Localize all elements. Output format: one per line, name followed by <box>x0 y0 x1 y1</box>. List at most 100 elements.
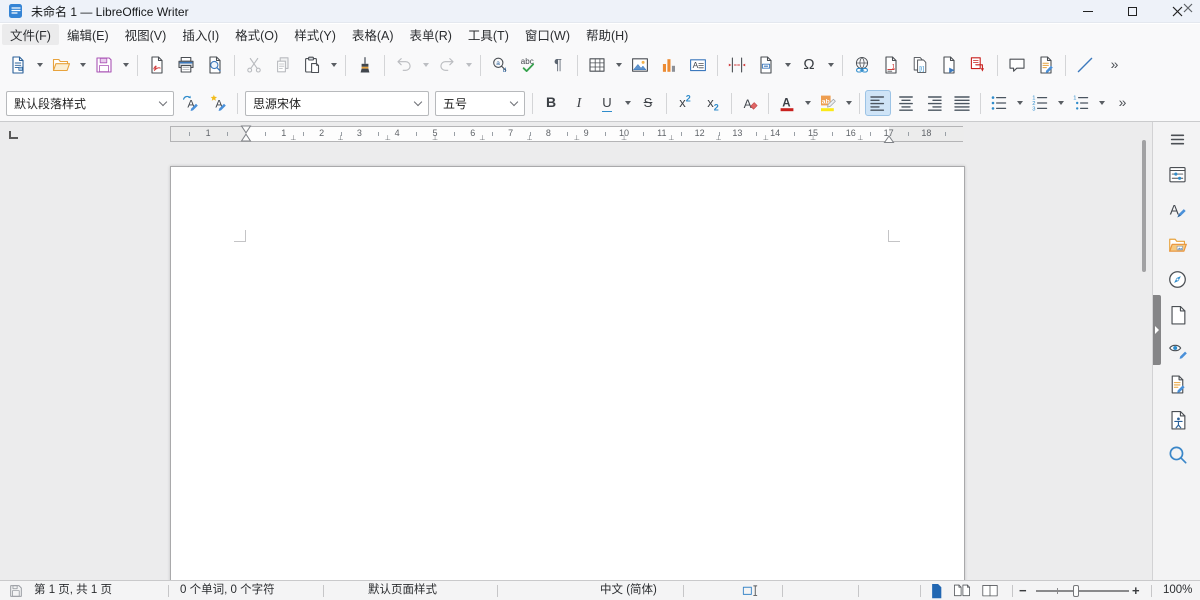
underline-button[interactable]: U <box>594 90 620 116</box>
zoom-level-status[interactable]: 100% <box>1163 581 1192 600</box>
new-style-button[interactable]: A <box>206 90 232 116</box>
right-indent-marker[interactable] <box>883 135 895 144</box>
style-inspector-deck-button[interactable] <box>1164 336 1190 362</box>
insert-field-dropdown[interactable] <box>782 52 793 78</box>
insert-cross-reference-button[interactable] <box>965 52 991 78</box>
menu-item-format[interactable]: 格式(O) <box>227 24 286 45</box>
outline-list-dropdown[interactable] <box>1096 90 1107 116</box>
zoom-out-button[interactable]: − <box>1019 581 1027 600</box>
styles-deck-button[interactable]: A <box>1164 196 1190 222</box>
zoom-slider-thumb[interactable] <box>1073 585 1079 597</box>
paste-dropdown[interactable] <box>328 52 339 78</box>
print-button[interactable] <box>173 52 199 78</box>
font-size-select[interactable]: 五号 <box>435 91 525 116</box>
print-preview-button[interactable] <box>202 52 228 78</box>
update-style-button[interactable]: A <box>178 90 204 116</box>
font-color-dropdown[interactable] <box>802 90 813 116</box>
insert-hyperlink-button[interactable] <box>849 52 875 78</box>
left-indent-marker[interactable] <box>240 125 252 143</box>
insert-chart-button[interactable] <box>656 52 682 78</box>
paragraph-style-select[interactable]: 默认段落样式 <box>6 91 174 116</box>
find-deck-button[interactable] <box>1164 441 1190 467</box>
insert-endnote-button[interactable]: [i] <box>907 52 933 78</box>
highlight-color-dropdown[interactable] <box>843 90 854 116</box>
cut-button[interactable] <box>241 52 267 78</box>
formatbar-overflow-button[interactable]: » <box>1109 90 1135 116</box>
menu-item-tools[interactable]: 工具(T) <box>460 24 517 45</box>
sidebar-settings-button[interactable] <box>1164 126 1190 152</box>
menu-item-table[interactable]: 表格(A) <box>344 24 402 45</box>
find-replace-button[interactable]: ad <box>487 52 513 78</box>
insert-field-button[interactable] <box>753 52 779 78</box>
sidebar-hide-button[interactable] <box>1153 295 1161 365</box>
multi-page-view-button[interactable] <box>953 582 971 600</box>
navigator-deck-button[interactable] <box>1164 266 1190 292</box>
paste-button[interactable] <box>299 52 325 78</box>
menu-item-insert[interactable]: 插入(I) <box>174 24 227 45</box>
language-status[interactable]: 中文 (简体) <box>600 581 657 600</box>
toolbar-overflow-button[interactable]: » <box>1101 52 1127 78</box>
save-dropdown[interactable] <box>120 52 131 78</box>
zoom-in-button[interactable]: + <box>1132 581 1140 600</box>
undo-dropdown[interactable] <box>420 52 431 78</box>
bullet-list-button[interactable] <box>986 90 1012 116</box>
open-dropdown[interactable] <box>77 52 88 78</box>
clone-formatting-button[interactable] <box>352 52 378 78</box>
menu-item-window[interactable]: 窗口(W) <box>517 24 578 45</box>
open-button[interactable] <box>48 52 74 78</box>
book-view-button[interactable] <box>981 582 999 600</box>
highlight-color-button[interactable]: ab <box>815 90 841 116</box>
formatting-marks-button[interactable]: ¶ <box>545 52 571 78</box>
copy-button[interactable] <box>270 52 296 78</box>
tab-stop-type-selector[interactable] <box>9 131 18 139</box>
close-document-button[interactable] <box>1183 3 1193 13</box>
track-changes-button[interactable] <box>1033 52 1059 78</box>
undo-button[interactable] <box>391 52 417 78</box>
accessibility-check-deck-button[interactable] <box>1164 406 1190 432</box>
document-page[interactable] <box>170 166 965 580</box>
horizontal-ruler[interactable]: 1123456789101112131415161718⊥⊥⊥⊥⊥⊥⊥⊥⊥⊥⊥⊥… <box>170 126 963 142</box>
align-justify-button[interactable] <box>949 90 975 116</box>
numbered-list-dropdown[interactable] <box>1055 90 1066 116</box>
insert-comment-button[interactable] <box>1004 52 1030 78</box>
single-page-view-button[interactable] <box>928 582 946 600</box>
manage-changes-deck-button[interactable] <box>1164 371 1190 397</box>
bold-button[interactable]: B <box>538 90 564 116</box>
page-number-status[interactable]: 第 1 页, 共 1 页 <box>34 581 112 600</box>
menu-item-help[interactable]: 帮助(H) <box>578 24 636 45</box>
insert-text-box-button[interactable]: A <box>685 52 711 78</box>
insert-special-character-button[interactable]: Ω <box>796 52 822 78</box>
insert-table-dropdown[interactable] <box>613 52 624 78</box>
insert-bookmark-button[interactable] <box>936 52 962 78</box>
outline-list-button[interactable]: 1 <box>1068 90 1094 116</box>
insert-line-button[interactable] <box>1072 52 1098 78</box>
selection-mode-icon[interactable] <box>742 583 759 600</box>
minimize-button[interactable] <box>1065 0 1110 23</box>
bullet-list-dropdown[interactable] <box>1014 90 1025 116</box>
unsaved-changes-icon[interactable] <box>8 583 24 599</box>
insert-footnote-button[interactable]: 1 <box>878 52 904 78</box>
menu-item-form[interactable]: 表单(R) <box>402 24 460 45</box>
insert-special-character-dropdown[interactable] <box>825 52 836 78</box>
vertical-scrollbar-thumb[interactable] <box>1142 140 1146 272</box>
align-center-button[interactable] <box>893 90 919 116</box>
underline-dropdown[interactable] <box>622 90 633 116</box>
font-color-button[interactable]: A <box>774 90 800 116</box>
insert-page-break-button[interactable] <box>724 52 750 78</box>
spelling-button[interactable]: abc <box>516 52 542 78</box>
font-name-select[interactable]: 思源宋体 <box>245 91 429 116</box>
save-button[interactable] <box>91 52 117 78</box>
maximize-button[interactable] <box>1110 0 1155 23</box>
insert-table-button[interactable] <box>584 52 610 78</box>
redo-dropdown[interactable] <box>463 52 474 78</box>
menu-item-file[interactable]: 文件(F) <box>2 24 59 45</box>
close-button[interactable] <box>1155 0 1200 23</box>
menu-item-view[interactable]: 视图(V) <box>117 24 175 45</box>
new-document-dropdown[interactable] <box>34 52 45 78</box>
align-left-button[interactable] <box>865 90 891 116</box>
italic-button[interactable]: I <box>566 90 592 116</box>
paragraph-style-select-dropdown[interactable] <box>153 92 173 115</box>
export-pdf-button[interactable] <box>144 52 170 78</box>
page-deck-button[interactable] <box>1164 301 1190 327</box>
gallery-deck-button[interactable] <box>1164 231 1190 257</box>
